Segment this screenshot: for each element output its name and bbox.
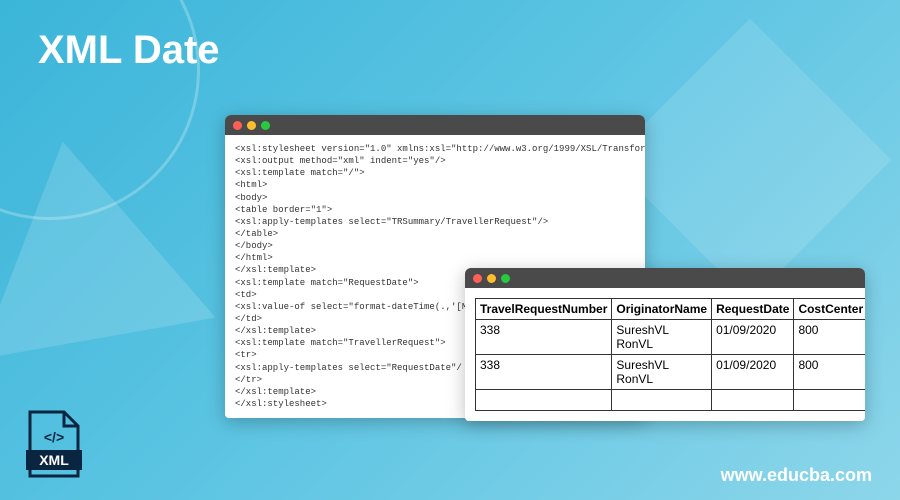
col-request-date: RequestDate <box>712 299 794 320</box>
maximize-icon[interactable] <box>261 121 270 130</box>
close-icon[interactable] <box>473 274 482 283</box>
data-table: TravelRequestNumber OriginatorName Reque… <box>475 298 865 411</box>
svg-text:XML: XML <box>39 452 69 468</box>
table-header-row: TravelRequestNumber OriginatorName Reque… <box>476 299 866 320</box>
table-cell <box>794 390 865 411</box>
table-cell: SureshVL RonVL <box>612 355 712 390</box>
table-cell: 01/09/2020 <box>712 320 794 355</box>
table-cell <box>476 390 612 411</box>
table-content: TravelRequestNumber OriginatorName Reque… <box>465 288 865 421</box>
table-cell <box>612 390 712 411</box>
table-cell <box>712 390 794 411</box>
window-titlebar <box>225 115 645 135</box>
maximize-icon[interactable] <box>501 274 510 283</box>
table-cell: 338 <box>476 355 612 390</box>
minimize-icon[interactable] <box>247 121 256 130</box>
close-icon[interactable] <box>233 121 242 130</box>
table-cell: 01/09/2020 <box>712 355 794 390</box>
col-originator: OriginatorName <box>612 299 712 320</box>
table-cell: SureshVL RonVL <box>612 320 712 355</box>
bg-triangle <box>0 121 216 360</box>
bg-square <box>609 19 892 302</box>
table-cell: 338 <box>476 320 612 355</box>
col-travel-request: TravelRequestNumber <box>476 299 612 320</box>
table-cell: 800 <box>794 355 865 390</box>
page-title: XML Date <box>38 28 220 73</box>
svg-text:</>: </> <box>44 429 64 445</box>
table-row <box>476 390 866 411</box>
table-row: 338SureshVL RonVL01/09/2020800 <box>476 320 866 355</box>
table-cell: 800 <box>794 320 865 355</box>
watermark: www.educba.com <box>721 465 872 486</box>
col-cost-center: CostCenter <box>794 299 865 320</box>
xml-file-icon: XML </> <box>26 410 82 480</box>
table-window: TravelRequestNumber OriginatorName Reque… <box>465 268 865 421</box>
minimize-icon[interactable] <box>487 274 496 283</box>
table-row: 338SureshVL RonVL01/09/2020800 <box>476 355 866 390</box>
window-titlebar <box>465 268 865 288</box>
